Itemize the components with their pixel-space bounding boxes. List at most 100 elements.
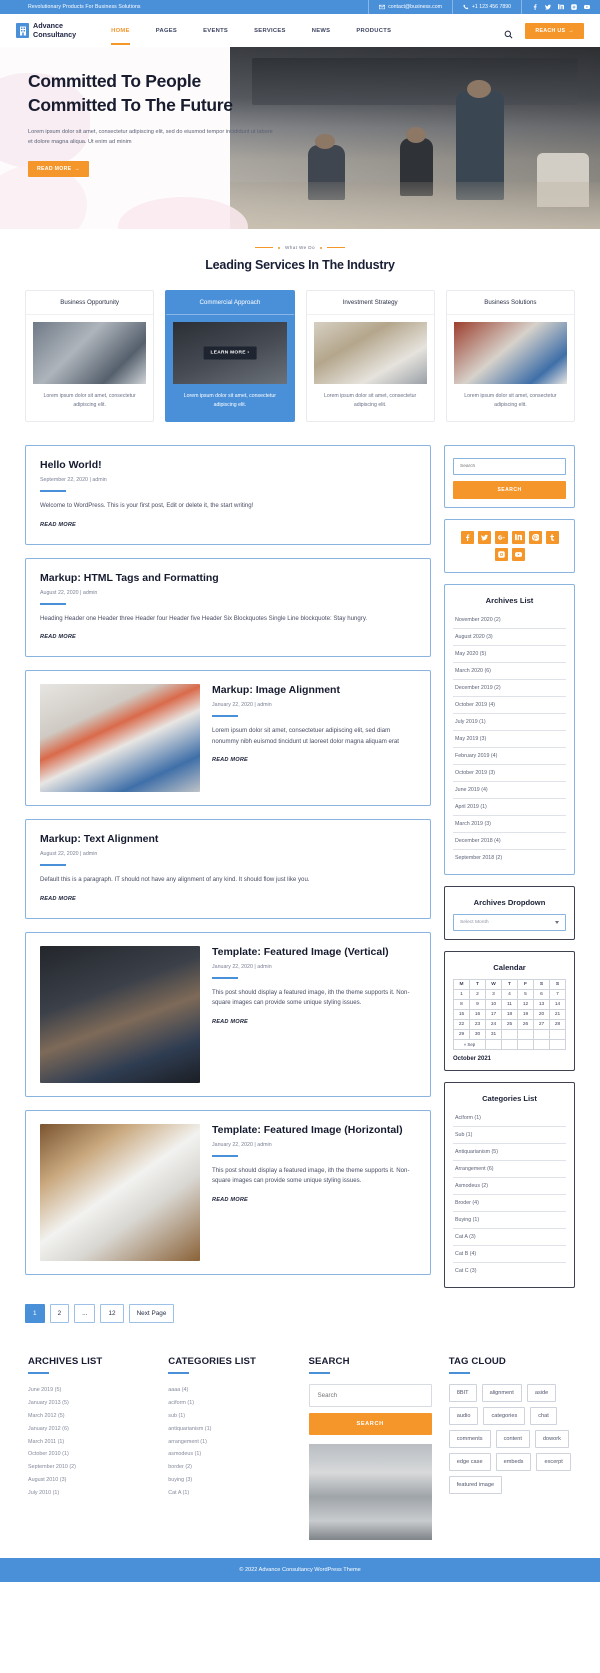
categories-list-item[interactable]: Broder (4): [453, 1195, 566, 1212]
calendar-day[interactable]: 28: [549, 1019, 566, 1030]
service-card-business-solutions[interactable]: Business Solutions Lorem ipsum dolor sit…: [445, 290, 575, 422]
calendar-day[interactable]: 29: [453, 1029, 470, 1040]
footer-categories-item[interactable]: antiquarianism (1): [168, 1422, 291, 1435]
archives-list-item[interactable]: March 2019 (3): [453, 816, 566, 833]
linkedin-icon[interactable]: [511, 531, 525, 544]
tag-item[interactable]: audio: [448, 1407, 479, 1425]
footer-search-button[interactable]: SEARCH: [308, 1413, 432, 1435]
post-read-more-link[interactable]: READ MORE: [40, 634, 76, 640]
nav-item-services[interactable]: SERVICES: [241, 28, 299, 34]
archives-list-item[interactable]: July 2019 (1): [453, 714, 566, 731]
categories-list-item[interactable]: Aciform (1): [453, 1110, 566, 1127]
facebook-icon[interactable]: [460, 531, 474, 544]
nav-item-news[interactable]: NEWS: [299, 28, 344, 34]
archives-list-item[interactable]: December 2018 (4): [453, 833, 566, 850]
tag-item[interactable]: 8BIT: [448, 1384, 477, 1402]
calendar-day[interactable]: 22: [453, 1019, 470, 1030]
post-read-more-link[interactable]: READ MORE: [212, 757, 248, 763]
tag-item[interactable]: comments: [448, 1430, 491, 1448]
footer-categories-item[interactable]: border (2): [168, 1461, 291, 1474]
calendar-day[interactable]: 30: [469, 1029, 486, 1040]
calendar-day[interactable]: 4: [501, 989, 518, 1000]
post-read-more-link[interactable]: READ MORE: [40, 896, 76, 902]
archives-list-item[interactable]: May 2020 (5): [453, 646, 566, 663]
archives-list-item[interactable]: May 2019 (3): [453, 731, 566, 748]
post-thumbnail[interactable]: [40, 684, 200, 792]
pagination-page-1[interactable]: 1: [25, 1304, 45, 1323]
tag-item[interactable]: categories: [483, 1407, 526, 1425]
categories-list-item[interactable]: Buying (1): [453, 1212, 566, 1229]
sidebar-search-input[interactable]: [453, 458, 566, 475]
archives-list-item[interactable]: June 2019 (4): [453, 782, 566, 799]
footer-archives-item[interactable]: June 2019 (5): [28, 1384, 151, 1397]
calendar-day[interactable]: 13: [533, 999, 550, 1010]
footer-categories-item[interactable]: aciform (1): [168, 1397, 291, 1410]
categories-list-item[interactable]: Arrangement (6): [453, 1161, 566, 1178]
footer-categories-item[interactable]: buying (3): [168, 1473, 291, 1486]
footer-archives-item[interactable]: October 2010 (1): [28, 1448, 151, 1461]
calendar-day[interactable]: 21: [549, 1009, 566, 1020]
search-icon[interactable]: [504, 26, 513, 39]
tag-item[interactable]: content: [495, 1430, 530, 1448]
calendar-day[interactable]: 3: [485, 989, 502, 1000]
calendar-prev-month-link[interactable]: « Sep: [453, 1039, 486, 1050]
tumblr-icon[interactable]: [545, 531, 559, 544]
calendar-day[interactable]: 8: [453, 999, 470, 1010]
calendar-day[interactable]: 31: [485, 1029, 502, 1040]
calendar-day[interactable]: 20: [533, 1009, 550, 1020]
post-read-more-link[interactable]: READ MORE: [212, 1197, 248, 1203]
calendar-day[interactable]: 14: [549, 999, 566, 1010]
footer-categories-item[interactable]: asmodeus (1): [168, 1448, 291, 1461]
twitter-icon[interactable]: [545, 4, 551, 10]
post-title[interactable]: Template: Featured Image (Vertical): [212, 946, 416, 959]
categories-list-item[interactable]: Cat A (3): [453, 1229, 566, 1246]
tag-item[interactable]: featured image: [448, 1476, 503, 1494]
footer-archives-item[interactable]: March 2011 (1): [28, 1435, 151, 1448]
post-title[interactable]: Markup: Image Alignment: [212, 684, 416, 697]
tag-item[interactable]: embeds: [495, 1453, 532, 1471]
facebook-icon[interactable]: [532, 4, 538, 10]
pinterest-icon[interactable]: [528, 531, 542, 544]
tag-item[interactable]: edge case: [448, 1453, 491, 1471]
twitter-icon[interactable]: [477, 531, 491, 544]
footer-archives-item[interactable]: January 2013 (5): [28, 1397, 151, 1410]
nav-item-home[interactable]: HOME: [98, 28, 143, 45]
categories-list-item[interactable]: Asmodeus (2): [453, 1178, 566, 1195]
footer-categories-item[interactable]: Cat A (1): [168, 1486, 291, 1499]
post-title[interactable]: Template: Featured Image (Horizontal): [212, 1124, 416, 1137]
calendar-day[interactable]: 17: [485, 1009, 502, 1020]
pagination-page-12[interactable]: 12: [100, 1304, 124, 1323]
post-title[interactable]: Hello World!: [40, 459, 416, 472]
post-thumbnail[interactable]: [40, 1123, 200, 1261]
pagination-page-2[interactable]: 2: [49, 1304, 70, 1323]
calendar-day[interactable]: 27: [533, 1019, 550, 1030]
nav-item-pages[interactable]: PAGES: [143, 28, 190, 34]
instagram-icon[interactable]: [571, 4, 577, 10]
post-title[interactable]: Markup: Text Alignment: [40, 833, 416, 846]
nav-item-products[interactable]: PRODUCTS: [343, 28, 404, 34]
calendar-day[interactable]: 16: [469, 1009, 486, 1020]
footer-categories-item[interactable]: sub (1): [168, 1410, 291, 1423]
footer-archives-item[interactable]: January 2012 (6): [28, 1422, 151, 1435]
top-bar-phone[interactable]: +1 123 456 7890: [451, 0, 521, 14]
learn-more-button[interactable]: LEARN MORE ›: [203, 346, 257, 360]
footer-archives-item[interactable]: March 2012 (5): [28, 1410, 151, 1423]
calendar-day[interactable]: 23: [469, 1019, 486, 1030]
footer-categories-item[interactable]: aaaa (4): [168, 1384, 291, 1397]
archives-list-item[interactable]: April 2019 (1): [453, 799, 566, 816]
archives-list-item[interactable]: October 2019 (3): [453, 765, 566, 782]
archives-list-item[interactable]: August 2020 (3): [453, 629, 566, 646]
youtube-icon[interactable]: [511, 548, 525, 561]
calendar-day[interactable]: 12: [517, 999, 534, 1010]
archives-list-item[interactable]: February 2019 (4): [453, 748, 566, 765]
service-card-investment-strategy[interactable]: Investment Strategy Lorem ipsum dolor si…: [305, 290, 435, 422]
archives-list-item[interactable]: December 2019 (2): [453, 680, 566, 697]
site-logo[interactable]: Advance Consultancy: [16, 21, 76, 39]
tag-item[interactable]: dowork: [534, 1430, 569, 1448]
googleplus-icon[interactable]: [494, 531, 508, 544]
post-thumbnail[interactable]: [40, 945, 200, 1083]
calendar-day[interactable]: 18: [501, 1009, 518, 1020]
archives-list-item[interactable]: March 2020 (6): [453, 663, 566, 680]
hero-read-more-button[interactable]: READ MORE →: [28, 161, 89, 177]
calendar-day[interactable]: 26: [517, 1019, 534, 1030]
